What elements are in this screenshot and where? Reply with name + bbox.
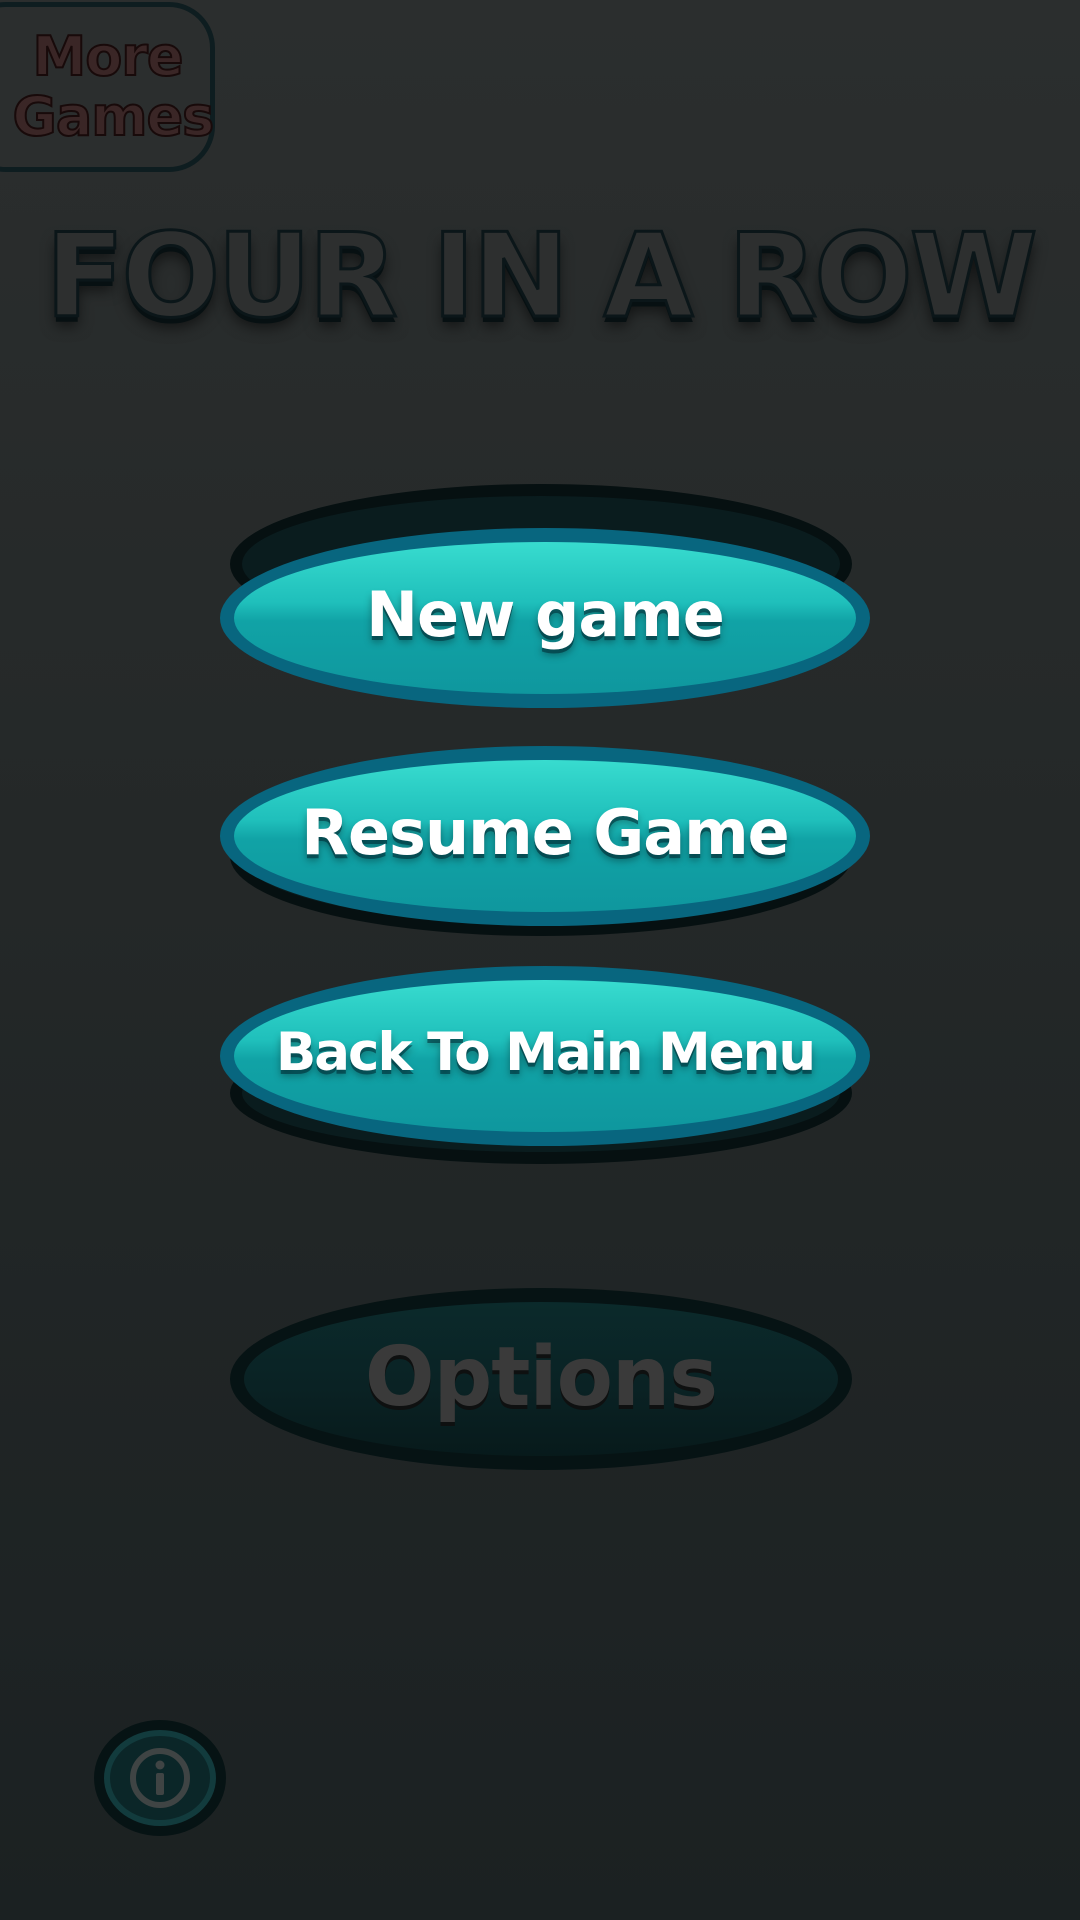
options-label: Options <box>364 1329 718 1425</box>
options-button[interactable]: Options <box>230 1288 852 1470</box>
more-games-label: More Games <box>12 25 216 148</box>
new-game-label: New game <box>366 577 725 651</box>
info-button-face <box>104 1730 216 1826</box>
new-game-button[interactable]: New game <box>220 528 870 708</box>
info-icon <box>130 1748 190 1808</box>
back-to-main-menu-button-group: Back To Main Menu <box>220 966 870 1164</box>
resume-game-button-face: Resume Game <box>234 760 856 912</box>
game-title: FOUR IN A ROW <box>44 209 1039 344</box>
resume-game-button[interactable]: Resume Game <box>220 746 870 926</box>
resume-game-label: Resume Game <box>301 795 789 869</box>
pause-menu-screen: More Games FOUR IN A ROW New game Resume… <box>0 0 1080 1920</box>
info-button[interactable] <box>94 1720 226 1836</box>
more-games-button[interactable]: More Games <box>0 2 215 172</box>
options-button-face: Options <box>244 1302 838 1456</box>
back-to-main-menu-label: Back To Main Menu <box>275 1021 816 1083</box>
new-game-button-group: New game <box>220 484 870 708</box>
back-to-main-menu-button-face: Back To Main Menu <box>234 980 856 1132</box>
resume-game-button-group: Resume Game <box>220 746 870 936</box>
new-game-button-face: New game <box>234 542 856 694</box>
back-to-main-menu-button[interactable]: Back To Main Menu <box>220 966 870 1146</box>
